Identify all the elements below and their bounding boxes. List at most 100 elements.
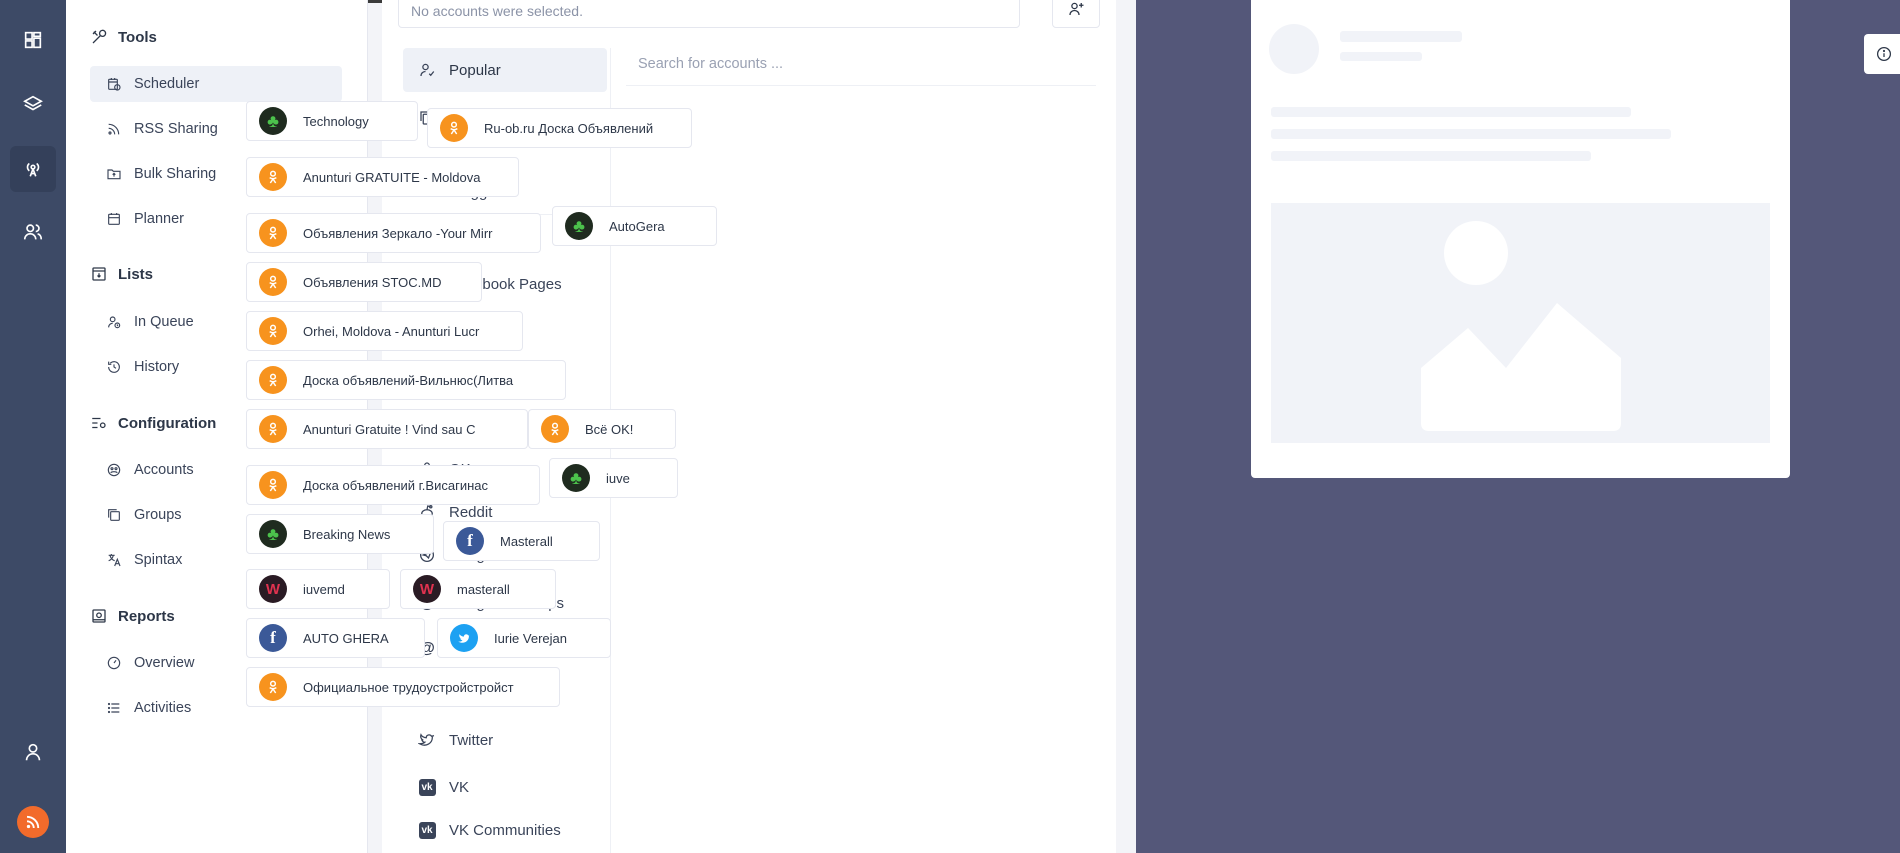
account-chip[interactable]: ♣ AutoGera [552,206,717,246]
rss-logo-icon[interactable] [17,806,49,838]
twitter-icon [417,730,437,750]
account-name: masterall [457,581,510,597]
account-name: Anunturi Gratuite ! Vind sau C [303,421,476,437]
clover-icon: ♣ [562,464,590,492]
ok-icon [259,415,287,443]
account-chip[interactable]: Доска объявлений-Вильнюс(Литва [246,360,566,400]
account-chip[interactable]: Anunturi GRATUITE - Moldova [246,157,519,197]
scheduler-main: No accounts were selected. PopularGroups… [246,0,1116,853]
account-name: Официальное трудоустройстройст [303,679,514,695]
translate-icon [108,554,121,567]
ok-icon [259,219,287,247]
account-chip[interactable]: Доска объявлений г.Висагинас [246,465,540,505]
ok-icon [259,471,287,499]
text-skeleton-1 [1271,107,1631,117]
info-button[interactable] [1864,34,1900,74]
account-chip[interactable]: Ru-ob.ru Доска Объявлений [427,108,692,148]
image-placeholder-icon [1421,221,1621,431]
account-name: Всё OK! [585,421,634,437]
account-chip[interactable]: Anunturi Gratuite ! Vind sau C [246,409,528,449]
network-divider [610,48,611,853]
selected-accounts-bar[interactable]: No accounts were selected. [398,0,1020,28]
account-name: Ru-ob.ru Доска Объявлений [484,120,654,136]
w-logo-icon: W [259,575,287,603]
facebook-icon: f [456,527,484,555]
ok-icon [259,317,287,345]
reports-icon [92,609,106,623]
tools-icon [92,29,107,44]
users-icon[interactable] [10,209,56,255]
add-user-icon [1069,2,1084,16]
account-chip[interactable]: Объявления STOC.MD [246,262,482,302]
section-lists: Lists [90,265,153,283]
layers-icon[interactable] [10,81,56,127]
ok-icon [440,114,468,142]
facebook-icon: f [259,624,287,652]
account-name: iuve [606,470,630,486]
avatar-skeleton [1269,24,1319,74]
profile-icon[interactable] [10,729,56,775]
network-vk[interactable]: vk VK [403,765,607,809]
account-chip[interactable]: Всё OK! [528,409,676,449]
broadcast-icon[interactable] [10,146,56,192]
account-name: Iurie Verejan [494,630,567,646]
account-chip[interactable]: Orhei, Moldova - Anunturi Lucr [246,311,523,351]
account-search-input[interactable]: Search for accounts ... [626,46,1096,86]
network-label: VK [449,778,470,796]
vk-icon: vk [417,820,437,840]
account-name: Доска объявлений-Вильнюс(Литва [303,372,514,388]
account-name: Доска объявлений г.Висагинас [303,477,488,493]
date-skeleton [1340,52,1422,61]
user-clock-icon [108,316,121,329]
section-configuration: Configuration [90,414,216,432]
menu-item-scheduler[interactable]: Scheduler [90,66,342,102]
account-chip[interactable]: ♣ iuve [549,458,678,498]
account-chip[interactable]: Wiuvemd [246,569,390,609]
network-vk-communities[interactable]: vk VK Communities [403,808,607,852]
calendar-icon [108,213,120,225]
activity-list-icon [107,702,120,714]
network-label: Reddit [449,503,493,521]
account-chip[interactable]: Объявления Зеркало -Your Mirr [246,213,541,253]
network-label: Twitter [449,731,494,749]
rss-icon [108,123,120,135]
account-name: Объявления STOC.MD [303,274,442,290]
text-skeleton-3 [1271,151,1591,161]
clover-icon: ♣ [259,520,287,548]
dashboard-icon[interactable] [10,17,56,63]
account-chip[interactable]: Wmasterall [400,569,556,609]
network-label: Popular [449,61,501,79]
section-reports: Reports [90,607,175,625]
account-chip[interactable]: Официальное трудоустройстройст [246,667,560,707]
info-icon [1876,46,1892,62]
account-name: Anunturi GRATUITE - Moldova [303,169,481,185]
account-chip[interactable]: ♣ Technology [246,101,418,141]
vk-icon: vk [417,777,437,797]
account-chip[interactable]: f AUTO GHERA [246,618,425,658]
post-preview-card [1251,0,1790,478]
history-icon [108,361,120,373]
text-skeleton-2 [1271,129,1671,139]
network-label: VK Communities [449,821,561,839]
account-name: Объявления Зеркало -Your Mirr [303,225,493,241]
network-popular[interactable]: Popular [403,48,607,92]
ok-icon [259,366,287,394]
twitter-icon [450,624,478,652]
popular-icon [417,60,437,80]
add-user-button[interactable] [1052,0,1100,28]
account-chip[interactable]: Iurie Verejan [437,618,611,658]
clover-icon: ♣ [565,212,593,240]
account-name: Breaking News [303,526,391,542]
account-name: AUTO GHERA [303,630,389,646]
name-skeleton [1340,31,1462,42]
account-chip[interactable]: f Masterall [443,521,600,561]
account-name: Masterall [500,533,553,549]
account-chip[interactable]: ♣ Breaking News [246,514,434,554]
network-twitter[interactable]: Twitter [403,718,607,762]
folder-upload-icon [107,169,121,180]
ok-icon [259,163,287,191]
account-name: Technology [303,113,369,129]
settings-list-icon [92,417,106,429]
scheduler-icon [108,78,121,91]
ok-icon [259,673,287,701]
